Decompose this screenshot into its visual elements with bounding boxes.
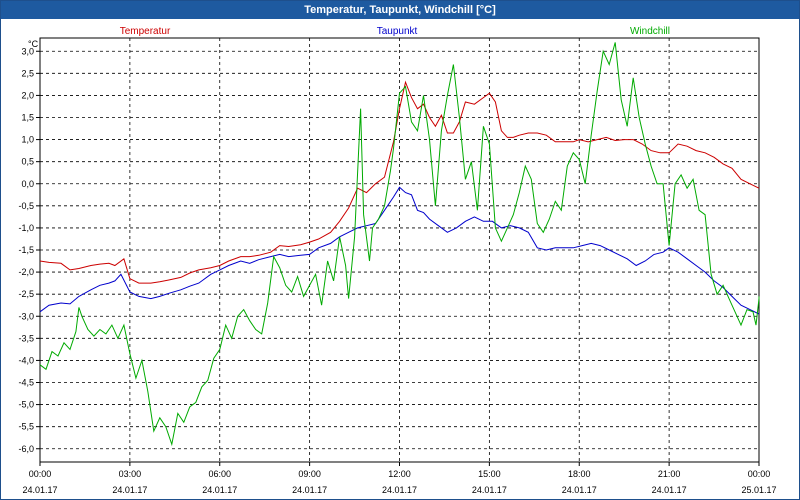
y-tick-label: -5,0 xyxy=(18,400,34,410)
y-tick-label: -6,0 xyxy=(18,444,34,454)
x-tick-time-label: 09:00 xyxy=(298,469,321,479)
legend-item-windchill: Windchill xyxy=(630,26,670,37)
y-tick-label: -2,5 xyxy=(18,289,34,299)
y-tick-label: -1,5 xyxy=(18,245,34,255)
x-tick-date-label: 24.01.17 xyxy=(562,485,597,495)
y-axis: 3,02,52,01,51,00,50,0-0,5-1,0-1,5-2,0-2,… xyxy=(18,46,40,454)
y-tick-label: 2,5 xyxy=(21,68,34,78)
y-tick-label: -4,0 xyxy=(18,355,34,365)
y-tick-label: -3,5 xyxy=(18,333,34,343)
y-tick-label: -3,0 xyxy=(18,311,34,321)
y-tick-label: 1,0 xyxy=(21,135,34,145)
y-tick-label: -5,5 xyxy=(18,422,34,432)
y-tick-label: 1,5 xyxy=(21,113,34,123)
x-tick-time-label: 03:00 xyxy=(119,469,142,479)
x-tick-time-label: 21:00 xyxy=(658,469,681,479)
line-chart: 3,02,52,01,51,00,50,0-0,5-1,0-1,5-2,0-2,… xyxy=(18,26,777,495)
y-axis-unit-label: °C xyxy=(28,39,39,49)
y-tick-label: -4,5 xyxy=(18,378,34,388)
y-tick-label: 0,0 xyxy=(21,179,34,189)
y-tick-label: 2,0 xyxy=(21,90,34,100)
x-tick-time-label: 00:00 xyxy=(29,469,52,479)
legend: Temperatur Taupunkt Windchill xyxy=(120,26,670,37)
y-tick-label: 0,5 xyxy=(21,157,34,167)
x-tick-date-label: 24.01.17 xyxy=(22,485,57,495)
x-tick-time-label: 18:00 xyxy=(568,469,591,479)
x-tick-date-label: 24.01.17 xyxy=(112,485,147,495)
x-tick-date-label: 24.01.17 xyxy=(202,485,237,495)
x-tick-date-label: 25.01.17 xyxy=(741,485,776,495)
legend-item-temperatur: Temperatur xyxy=(120,26,171,37)
x-axis: 00:00 24.01.17 03:00 24.01.17 06:00 24.01.17 0… xyxy=(22,462,777,495)
y-tick-label: -2,0 xyxy=(18,267,34,277)
grid-lines xyxy=(40,38,759,462)
x-tick-time-label: 06:00 xyxy=(208,469,231,479)
x-tick-date-label: 24.01.17 xyxy=(382,485,417,495)
y-tick-label: -1,0 xyxy=(18,223,34,233)
x-tick-date-label: 24.01.17 xyxy=(652,485,687,495)
y-tick-label: -0,5 xyxy=(18,201,34,211)
x-tick-time-label: 12:00 xyxy=(388,469,411,479)
x-tick-date-label: 24.01.17 xyxy=(292,485,327,495)
x-tick-time-label: 00:00 xyxy=(748,469,771,479)
x-tick-date-label: 24.01.17 xyxy=(472,485,507,495)
x-tick-time-label: 15:00 xyxy=(478,469,501,479)
legend-item-taupunkt: Taupunkt xyxy=(377,26,418,37)
